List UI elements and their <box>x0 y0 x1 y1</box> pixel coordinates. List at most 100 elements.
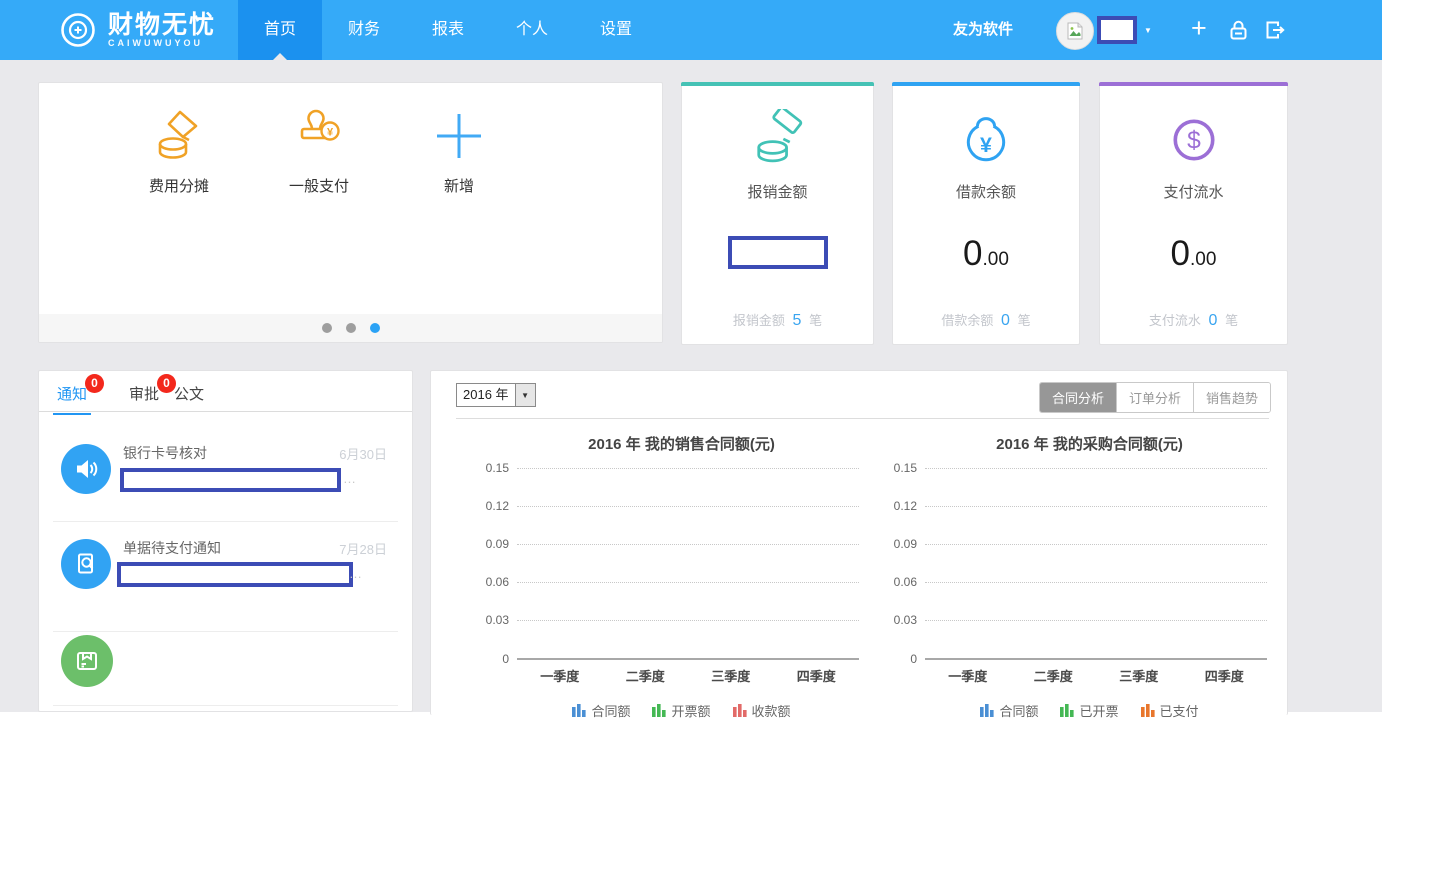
footer-count: 5 <box>793 312 802 329</box>
speaker-icon[interactable] <box>61 444 111 494</box>
purchase-contract-chart: 2016 年 我的采购合同额(元) 0.150.120.090.060.030 … <box>867 433 1267 720</box>
company-name: 友为软件 <box>953 0 1013 60</box>
gridline: 0.06 <box>925 582 1267 583</box>
card-accent-bar <box>1099 82 1288 86</box>
footer-label: 报销金额 <box>733 313 785 328</box>
card-accent-bar <box>681 82 874 86</box>
tab-label: 公文 <box>174 386 204 403</box>
avatar[interactable] <box>1056 12 1094 50</box>
carousel-dot[interactable] <box>346 323 356 333</box>
add-icon[interactable]: + <box>1191 13 1207 43</box>
legend-label: 合同额 <box>999 701 1038 720</box>
y-tick-label: 0.09 <box>875 537 917 551</box>
stat-card-title: 借款余额 <box>893 181 1079 202</box>
lock-icon[interactable] <box>1228 19 1249 41</box>
logout-icon[interactable] <box>1264 19 1286 41</box>
chart-xlabels: 一季度二季度三季度四季度 <box>925 666 1267 685</box>
carousel-dot[interactable] <box>322 323 332 333</box>
x-category-label: 二季度 <box>603 666 689 685</box>
legend-label: 合同额 <box>591 701 630 720</box>
analysis-panel: 2016 年 ▼ 合同分析 订单分析 销售趋势 2016 年 我的销售合同额(元… <box>430 370 1288 715</box>
notification-body-redacted <box>120 468 341 492</box>
notification-badge: 0 <box>85 374 104 393</box>
y-tick-label: 0.06 <box>467 575 509 589</box>
x-category-label: 二季度 <box>1011 666 1097 685</box>
logo[interactable]: 财物无忧 CAIWUWUYOU <box>58 10 216 50</box>
quick-action-general-payment[interactable]: ¥ 一般支付 <box>271 105 367 196</box>
quick-actions-panel: 费用分摊 ¥ 一般支付 新增 <box>38 82 663 343</box>
tab-contract-analysis[interactable]: 合同分析 <box>1040 383 1116 412</box>
stat-card-footer: 支付流水 0 笔 <box>1100 310 1287 330</box>
footer-unit: 笔 <box>1018 313 1031 328</box>
quick-action-expense-allocation[interactable]: 费用分摊 <box>131 105 227 196</box>
x-category-label: 三季度 <box>1096 666 1182 685</box>
quick-action-add-new[interactable]: 新增 <box>411 105 507 196</box>
x-category-label: 三季度 <box>688 666 774 685</box>
nav-item-settings[interactable]: 设置 <box>574 0 658 60</box>
notification-title[interactable]: 银行卡号核对 <box>123 443 207 463</box>
logo-subtitle: CAIWUWUYOU <box>108 38 216 48</box>
username-redacted[interactable] <box>1097 16 1137 44</box>
tab-order-analysis[interactable]: 订单分析 <box>1116 383 1193 412</box>
app-background: 财物无忧 CAIWUWUYOU 首页 财务 报表 个人 设置 友为软件 ▼ + <box>0 0 1382 712</box>
year-select[interactable]: 2016 年 ▼ <box>456 383 536 407</box>
legend-label: 已开票 <box>1079 701 1118 720</box>
dollar-glyph: $ <box>1187 128 1201 155</box>
stat-card-payment-flow: $ 支付流水 0.00 支付流水 0 笔 <box>1099 82 1288 345</box>
chart-plot: 0.150.120.090.060.030 <box>517 468 859 660</box>
gridline: 0.12 <box>517 506 859 507</box>
bar-chart-icon <box>1141 704 1155 717</box>
tab-approvals[interactable]: 审批 0 <box>129 383 159 404</box>
nav-item-home[interactable]: 首页 <box>238 0 322 60</box>
reimbursement-icon <box>747 109 809 171</box>
nav-item-personal[interactable]: 个人 <box>490 0 574 60</box>
legend-item: 收款额 <box>733 701 791 720</box>
logo-icon <box>58 10 98 50</box>
tab-documents[interactable]: 公文 <box>174 383 204 404</box>
tab-sales-trend[interactable]: 销售趋势 <box>1193 383 1270 412</box>
nav-item-finance[interactable]: 财务 <box>322 0 406 60</box>
chevron-down-icon[interactable]: ▼ <box>1144 26 1152 35</box>
legend-item: 开票额 <box>652 701 710 720</box>
loan-purse-icon: ¥ <box>955 109 1017 171</box>
footer-label: 借款余额 <box>941 313 993 328</box>
legend-item: 合同额 <box>572 701 630 720</box>
stat-card-footer: 报销金额 5 笔 <box>682 310 873 330</box>
select-dropdown-icon[interactable]: ▼ <box>515 384 535 406</box>
footer-count: 0 <box>1001 312 1010 329</box>
x-category-label: 一季度 <box>517 666 603 685</box>
gridline: 0.15 <box>517 468 859 469</box>
document-search-icon[interactable] <box>61 539 111 589</box>
gridline: 0.15 <box>925 468 1267 469</box>
stat-value: 0.00 <box>893 234 1079 274</box>
ellipsis: … <box>349 566 362 581</box>
y-tick-label: 0.03 <box>467 613 509 627</box>
gridline: 0.03 <box>925 620 1267 621</box>
expense-allocation-icon <box>150 107 208 165</box>
legend-item: 已开票 <box>1060 701 1118 720</box>
carousel-dot-active[interactable] <box>370 323 380 333</box>
x-axis-line: 0 <box>925 658 1267 660</box>
card-accent-bar <box>892 82 1080 86</box>
notification-tabs: 通知 0 审批 0 公文 <box>39 371 412 412</box>
legend-item: 已支付 <box>1141 701 1199 720</box>
quick-action-label: 费用分摊 <box>131 175 227 196</box>
stat-card-reimbursement: 报销金额 报销金额 5 笔 <box>681 82 874 345</box>
stat-card-loan-balance: ¥ 借款余额 0.00 借款余额 0 笔 <box>892 82 1080 345</box>
chart-legend: 合同额 已开票 已支付 <box>912 701 1267 720</box>
chart-title: 2016 年 我的采购合同额(元) <box>912 433 1267 454</box>
sales-contract-chart: 2016 年 我的销售合同额(元) 0.150.120.090.060.030 … <box>459 433 859 720</box>
gridline: 0.06 <box>517 582 859 583</box>
notification-title[interactable]: 单据待支付通知 <box>123 538 221 558</box>
archive-box-icon[interactable] <box>61 635 113 687</box>
y-tick-label: 0.12 <box>875 499 917 513</box>
chart-legend: 合同额 开票额 收款额 <box>504 701 859 720</box>
tab-notifications[interactable]: 通知 0 <box>57 383 87 404</box>
x-axis-line: 0 <box>517 658 859 660</box>
notification-date: 7月28日 <box>339 539 387 558</box>
y-tick-label: 0.09 <box>467 537 509 551</box>
nav-item-reports[interactable]: 报表 <box>406 0 490 60</box>
bar-chart-icon <box>572 704 586 717</box>
gridline: 0.03 <box>517 620 859 621</box>
notification-date: 6月30日 <box>339 444 387 463</box>
